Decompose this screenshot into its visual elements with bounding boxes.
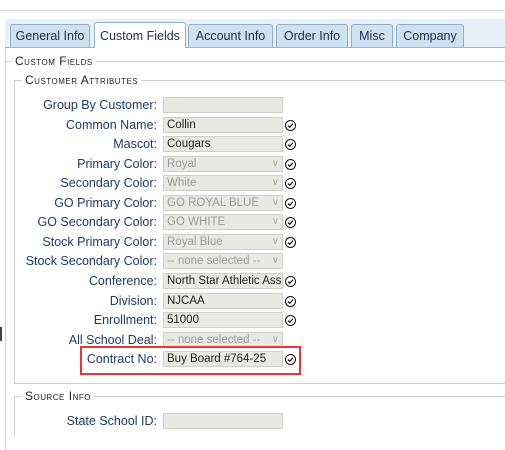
- stock-secondary-color-label: Stock Secondary Color:: [25, 254, 157, 269]
- stock-primary-color-select[interactable]: Royal Blue ∨: [163, 233, 283, 250]
- tab-misc[interactable]: Misc: [351, 24, 393, 47]
- primary-color-value: Royal: [167, 157, 197, 170]
- common-name-value: Collin: [167, 118, 196, 131]
- check-circle-icon: [285, 315, 296, 327]
- stock-primary-color-label: Stock Primary Color:: [42, 234, 157, 249]
- chevron-down-icon: ∨: [271, 235, 279, 247]
- go-secondary-color-value: GO WHITE: [167, 216, 226, 229]
- check-circle-icon: [285, 236, 296, 248]
- state-school-id-label: State School ID:: [66, 414, 157, 428]
- custom-fields-legend: Custom Fields: [12, 54, 96, 68]
- mascot-label: Mascot:: [113, 137, 157, 152]
- chevron-down-icon: ∨: [271, 157, 279, 169]
- stock-secondary-color-value: -- none selected --: [167, 255, 261, 268]
- stock-secondary-color-select[interactable]: -- none selected -- ∨: [163, 253, 283, 270]
- tab-account-info[interactable]: Account Info: [188, 24, 273, 47]
- secondary-color-label: Secondary Color:: [60, 176, 157, 191]
- customer-attributes-legend: Customer Attributes: [22, 73, 142, 87]
- all-school-deal-value: -- none selected --: [167, 333, 261, 346]
- source-info-left-border: [14, 396, 15, 436]
- tab-custom-fields[interactable]: Custom Fields: [94, 22, 186, 48]
- secondary-color-value: White: [167, 177, 197, 190]
- chevron-down-icon: ∨: [271, 196, 279, 208]
- custom-fields-left-border: [5, 61, 6, 441]
- customer-attributes-left-border: [14, 80, 15, 383]
- contract-no-highlight: [80, 346, 301, 375]
- group-by-customer-label: Group By Customer:: [43, 98, 157, 112]
- enrollment-label: Enrollment:: [93, 313, 157, 328]
- common-name-label: Common Name:: [66, 117, 157, 132]
- primary-color-select[interactable]: Royal ∨: [163, 155, 283, 172]
- stock-primary-color-value: Royal Blue: [167, 235, 223, 248]
- check-circle-icon: [285, 197, 296, 209]
- enrollment-input[interactable]: 51000: [163, 312, 283, 329]
- conference-label: Conference:: [88, 273, 157, 288]
- chevron-down-icon: ∨: [271, 177, 279, 189]
- check-circle-icon: [285, 158, 296, 170]
- tab-order-info[interactable]: Order Info: [276, 24, 348, 47]
- all-school-deal-label: All School Deal:: [68, 332, 157, 347]
- secondary-color-select[interactable]: White ∨: [163, 175, 283, 192]
- division-label: Division:: [109, 293, 157, 308]
- check-circle-icon: [285, 119, 296, 131]
- go-primary-color-label: GO Primary Color:: [54, 195, 157, 210]
- mascot-input[interactable]: Cougars: [163, 136, 283, 153]
- check-circle-icon: [285, 295, 296, 307]
- mascot-value: Cougars: [167, 138, 211, 151]
- top-divider: [0, 10, 505, 11]
- group-by-customer-input[interactable]: [163, 97, 283, 113]
- state-school-id-input[interactable]: [163, 413, 283, 429]
- chevron-down-icon: ∨: [271, 216, 279, 228]
- tab-general-info[interactable]: General Info: [10, 24, 90, 47]
- go-primary-color-select[interactable]: GO ROYAL BLUE ∨: [163, 194, 283, 211]
- enrollment-value: 51000: [167, 314, 199, 327]
- chevron-down-icon: ∨: [271, 255, 279, 267]
- tab-company[interactable]: Company: [396, 24, 464, 47]
- chevron-down-icon: ∨: [271, 333, 279, 345]
- conference-value: North Star Athletic Ass: [167, 274, 282, 287]
- customer-attributes-bottom-border: [14, 383, 505, 384]
- division-input[interactable]: NJCAA: [163, 292, 283, 309]
- go-secondary-color-label: GO Secondary Color:: [37, 215, 158, 230]
- go-secondary-color-select[interactable]: GO WHITE ∨: [163, 214, 283, 231]
- primary-color-label: Primary Color:: [77, 156, 157, 171]
- go-primary-color-value: GO ROYAL BLUE: [167, 196, 260, 209]
- division-value: NJCAA: [167, 294, 205, 307]
- source-info-legend: Source Info: [22, 389, 94, 403]
- left-edge-marker: [0, 327, 2, 341]
- conference-input[interactable]: North Star Athletic Ass: [163, 272, 283, 289]
- check-circle-icon: [285, 275, 296, 287]
- common-name-input[interactable]: Collin: [163, 116, 283, 133]
